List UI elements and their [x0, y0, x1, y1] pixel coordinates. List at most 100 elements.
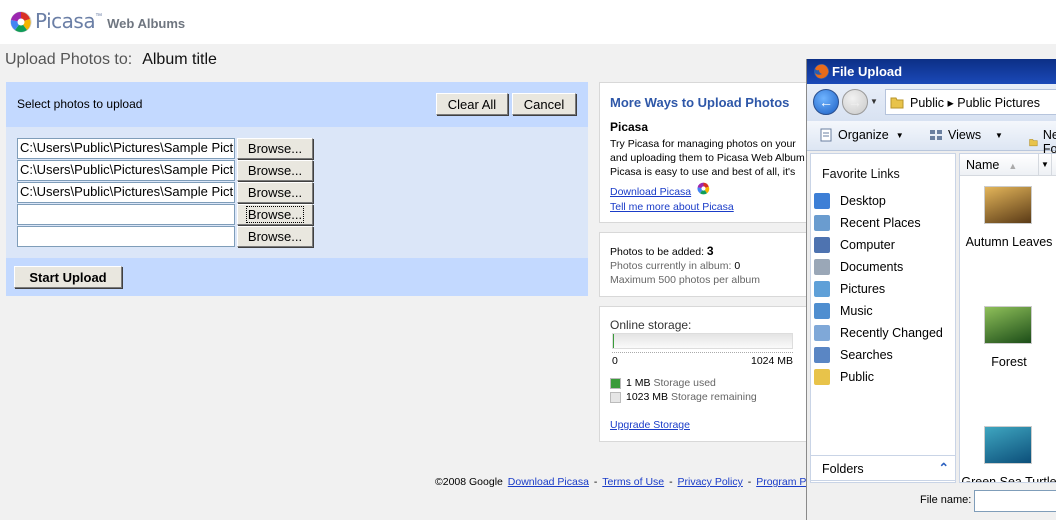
organize-icon [820, 128, 832, 142]
favorite-links-heading: Favorite Links [822, 167, 900, 181]
file-upload-dialog: File Upload ← → ▼ Public ▸ Public Pictur… [806, 59, 1056, 520]
footer-download-link[interactable]: Download Picasa [508, 476, 589, 488]
trademark: ™ [95, 13, 103, 20]
file-name-label: File name: [920, 494, 972, 506]
folders-label: Folders [822, 462, 864, 476]
file-name[interactable]: Forest [960, 355, 1056, 369]
browse-button-label: Browse... [247, 185, 303, 200]
browse-button[interactable]: Browse... [237, 226, 313, 247]
favorite-link-label: Documents [840, 260, 904, 274]
browse-button[interactable]: Browse... [237, 204, 313, 225]
picasa-description: Try Picasa for managing photos on your a… [610, 137, 820, 179]
documents-icon [814, 259, 830, 275]
organize-button[interactable]: Organize ▼ [819, 128, 904, 142]
clear-all-button[interactable]: Clear All [436, 93, 508, 115]
picasa-small-icon [697, 182, 710, 195]
image-thumbnail[interactable] [984, 426, 1032, 464]
favorite-link-label: Recent Places [840, 216, 921, 230]
image-thumbnail[interactable] [984, 186, 1032, 224]
favorite-link[interactable]: Documents [814, 257, 903, 277]
storage-used: 1 MB Storage used [610, 377, 716, 389]
favorite-link[interactable]: Music [814, 301, 873, 321]
picasa-pinwheel-icon [10, 11, 32, 33]
upgrade-storage-link[interactable]: Upgrade Storage [610, 419, 690, 431]
remaining-swatch [610, 391, 621, 403]
computer-icon [814, 237, 830, 253]
footer-privacy-link[interactable]: Privacy Policy [677, 476, 742, 488]
favorite-link-label: Computer [840, 238, 895, 252]
file-name-input[interactable] [974, 490, 1056, 512]
favorite-link[interactable]: Searches [814, 345, 893, 365]
favorite-link[interactable]: Public [814, 367, 874, 387]
column-dropdown-icon[interactable]: ▼ [1039, 154, 1052, 176]
new-folder-label: New Folder [1042, 128, 1056, 156]
start-upload-button[interactable]: Start Upload [14, 266, 122, 288]
dialog-nav-bar: ← → ▼ Public ▸ Public Pictures [807, 84, 1056, 121]
browse-button-label: Browse... [247, 141, 303, 156]
storage-box: Online storage: 0 1024 MB 1 MB Storage u… [599, 306, 819, 442]
storage-remaining-label: Storage remaining [670, 391, 757, 403]
footer-terms-link[interactable]: Terms of Use [602, 476, 664, 488]
file-path-input[interactable]: C:\Users\Public\Pictures\Sample Pictures… [17, 160, 235, 181]
forward-arrow-icon[interactable]: → [842, 89, 868, 115]
upload-panel: Select photos to upload Clear All Cancel… [6, 82, 588, 296]
picasa-logo[interactable]: Picasa ™ Web Albums [10, 6, 185, 33]
favorite-link-label: Recently Changed [840, 326, 943, 340]
file-path-input[interactable] [17, 226, 235, 247]
photos-current-label: Photos currently in album: [610, 260, 732, 272]
views-button[interactable]: Views ▼ [929, 128, 1003, 142]
browse-button-label: Browse... [247, 229, 303, 244]
cancel-button[interactable]: Cancel [512, 93, 576, 115]
download-picasa-link[interactable]: Download Picasa [610, 186, 691, 198]
history-dropdown-icon[interactable]: ▼ [870, 97, 878, 106]
file-path-input[interactable] [17, 204, 235, 225]
browse-button-label: Browse... [245, 206, 305, 223]
file-name-bar: File name: [807, 483, 1056, 520]
navigation-pane: Favorite Links Desktop Recent Places Compu… [810, 153, 956, 483]
breadcrumb-path: Public ▸ Public Pictures [910, 96, 1040, 110]
file-row: C:\Users\Public\Pictures\Sample Pictures… [17, 138, 313, 159]
name-column-header[interactable]: Name ▲ [960, 154, 1039, 176]
photos-to-add-label: Photos to be added: [610, 246, 704, 258]
pictures-icon [814, 281, 830, 297]
storage-bar-fill [613, 334, 614, 348]
used-swatch [610, 377, 621, 389]
photos-to-add-value: 3 [706, 244, 714, 258]
storage-used-value: 1 MB [626, 377, 651, 389]
file-name[interactable]: Green Sea Turtle [960, 475, 1056, 482]
searches-icon [814, 347, 830, 363]
file-name[interactable]: Autumn Leaves [960, 235, 1056, 249]
browse-button[interactable]: Browse... [237, 182, 313, 203]
storage-heading: Online storage: [610, 318, 692, 332]
tell-me-more-link[interactable]: Tell me more about Picasa [610, 201, 734, 213]
favorite-link[interactable]: Desktop [814, 191, 886, 211]
upload-to-label: Upload Photos to: [5, 51, 133, 68]
browse-button[interactable]: Browse... [237, 160, 313, 181]
browse-button[interactable]: Browse... [237, 138, 313, 159]
favorite-link[interactable]: Computer [814, 235, 895, 255]
dialog-title: File Upload [832, 64, 903, 79]
firefox-icon [814, 64, 829, 79]
favorite-link[interactable]: Pictures [814, 279, 885, 299]
dialog-title-bar[interactable]: File Upload [807, 59, 1056, 84]
file-row: C:\Users\Public\Pictures\Sample Pictures… [17, 182, 313, 203]
file-path-input[interactable]: C:\Users\Public\Pictures\Sample Pictures… [17, 182, 235, 203]
file-path-input[interactable]: C:\Users\Public\Pictures\Sample Pictures… [17, 138, 235, 159]
favorite-link[interactable]: Recently Changed [814, 323, 943, 343]
image-thumbnail[interactable] [984, 306, 1032, 344]
description-line: Picasa is easy to use and best of all, i… [610, 166, 796, 178]
photos-current-value: 0 [734, 260, 741, 272]
storage-max-label: 1024 MB [751, 355, 794, 367]
favorite-link-label: Music [840, 304, 873, 318]
back-arrow-icon[interactable]: ← [813, 89, 839, 115]
description-line: Try Picasa for managing photos on your [610, 138, 796, 150]
favorite-link[interactable]: Recent Places [814, 213, 921, 233]
address-breadcrumb[interactable]: Public ▸ Public Pictures [885, 89, 1056, 115]
new-folder-button[interactable]: New Folder [1029, 128, 1056, 156]
folders-toggle[interactable]: Folders ⌃ [810, 455, 956, 481]
storage-min-label: 0 [612, 355, 618, 367]
dialog-toolbar: Organize ▼ Views ▼ New Folder [807, 121, 1056, 156]
more-ways-heading: More Ways to Upload Photos [610, 95, 790, 110]
page-title: Upload Photos to: Album title [5, 51, 217, 69]
header: Picasa ™ Web Albums [0, 0, 1056, 44]
